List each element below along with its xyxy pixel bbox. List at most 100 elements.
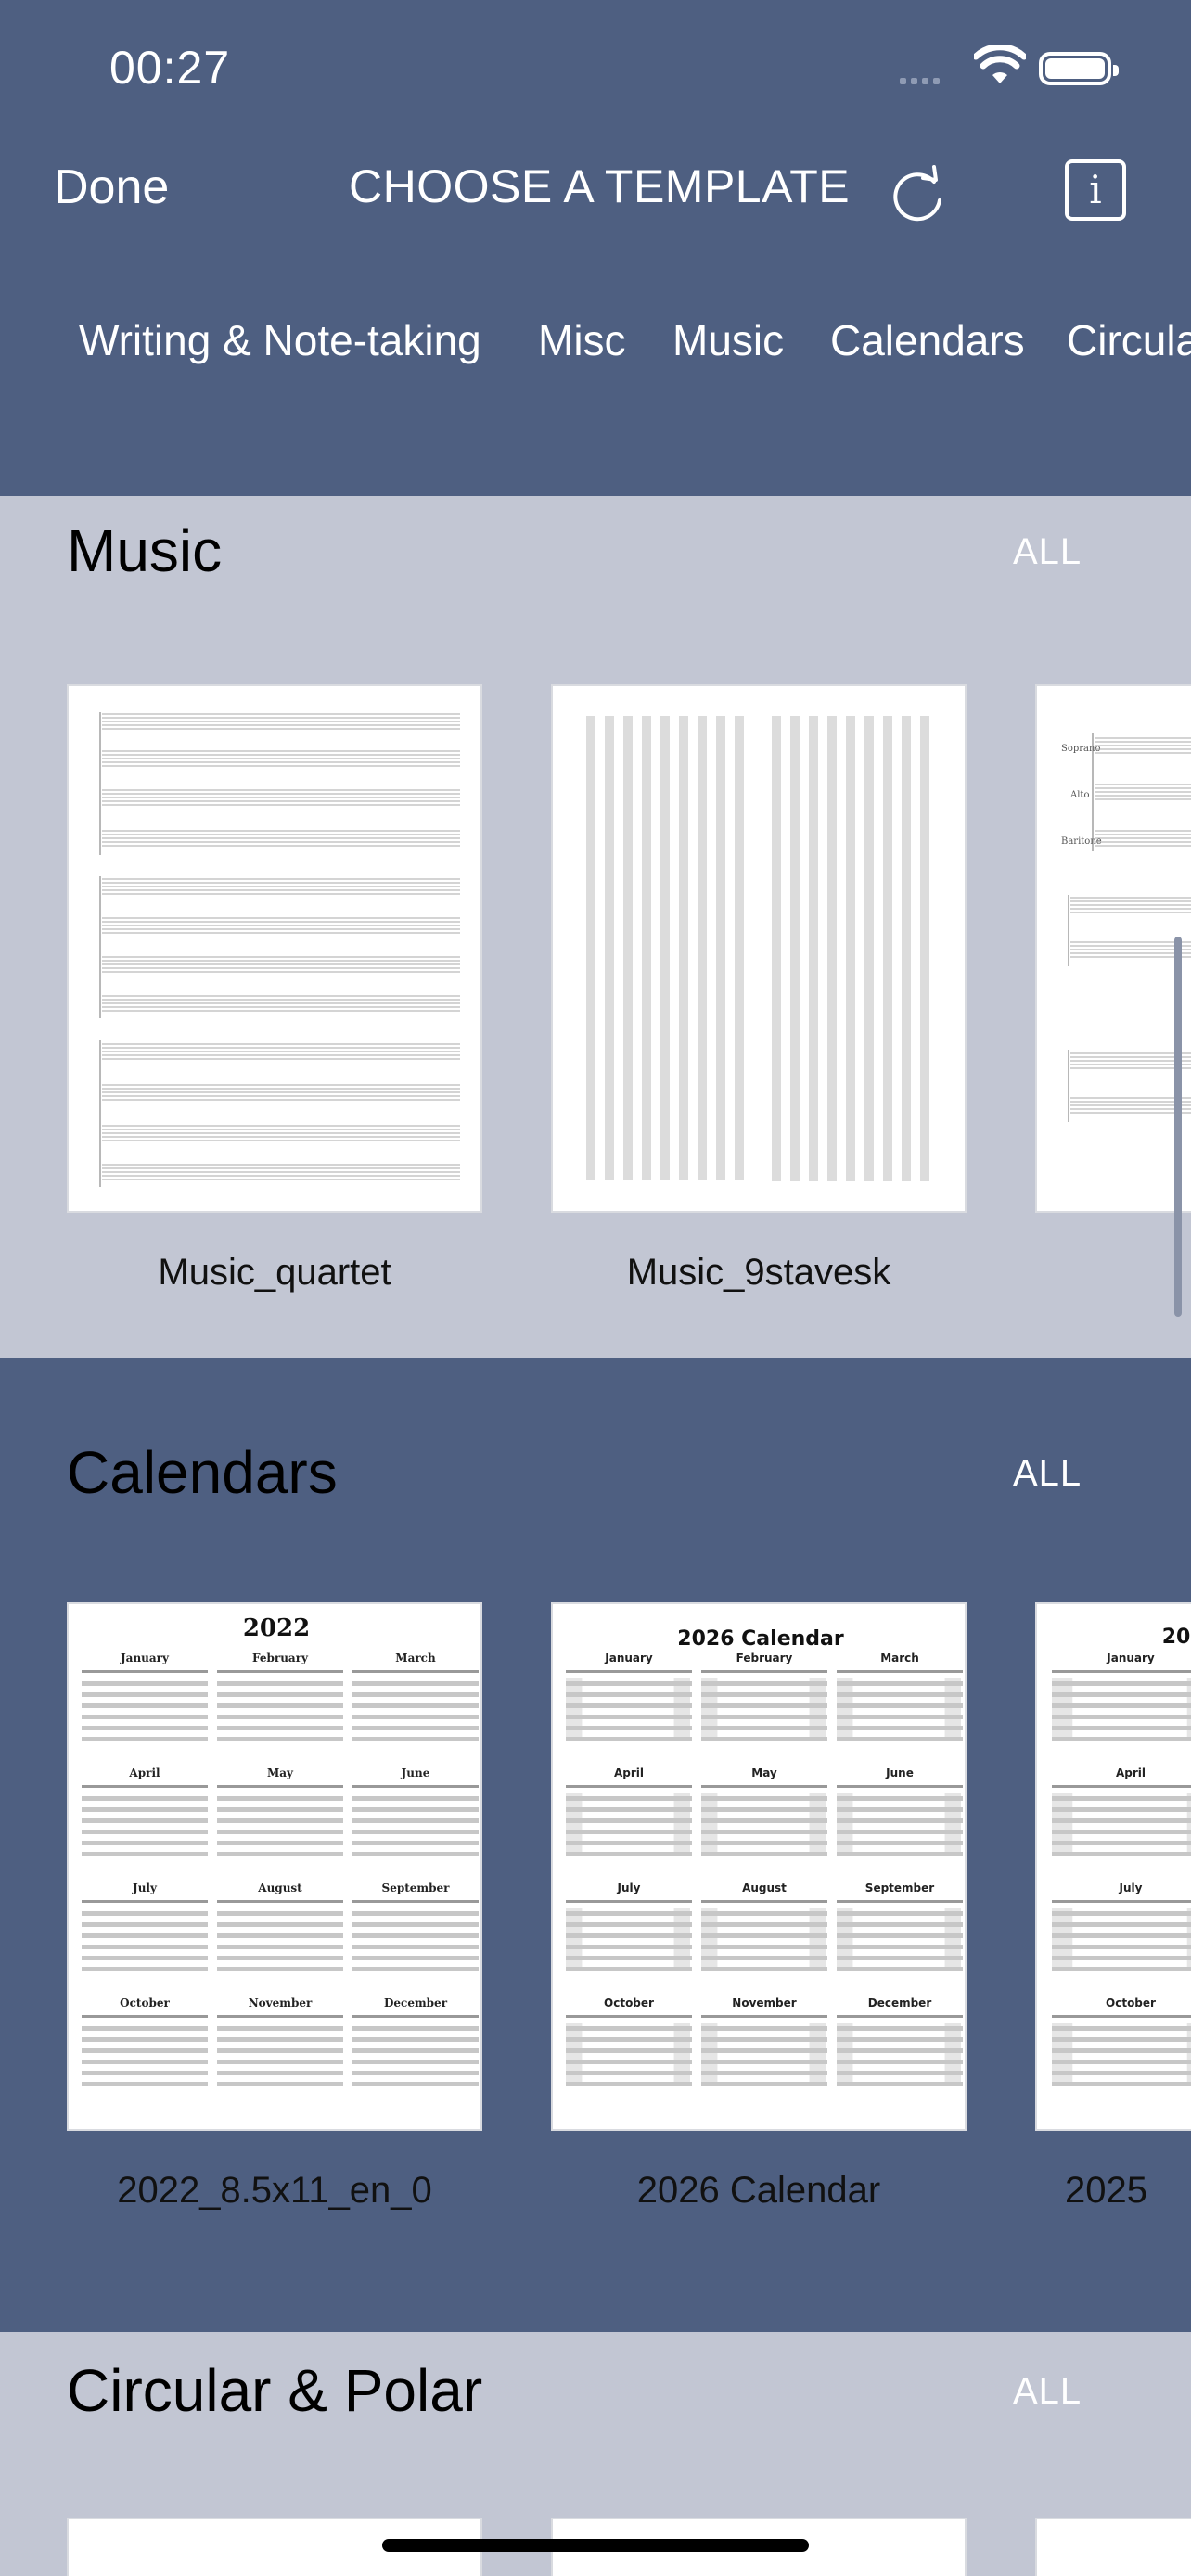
calendar-day-row — [352, 1911, 479, 1916]
calendar-day-row — [566, 1737, 692, 1741]
calendar-day-row — [1052, 1911, 1191, 1916]
calendar-weekend-band — [837, 2023, 853, 2085]
calendar-day-row — [566, 1830, 692, 1834]
calendar-day-row — [1052, 2060, 1191, 2064]
calendars-all-button[interactable]: ALL — [1013, 1453, 1082, 1495]
calendar-day-row — [701, 1922, 827, 1927]
calendar-month-label: April — [128, 1766, 160, 1779]
calendar-weekend-band — [944, 2023, 961, 2085]
template-caption: 2022_8.5x11_en_0 — [117, 2170, 432, 2211]
scroll-indicator — [1174, 937, 1182, 1317]
calendar-day-row — [837, 1967, 963, 1971]
template-card-music-9stavesk[interactable] — [551, 684, 967, 1213]
calendar-day-row — [352, 1692, 479, 1697]
calendar-day-row — [352, 1715, 479, 1719]
calendar-day-row — [837, 1737, 963, 1741]
calendar-day-row — [1052, 1726, 1191, 1730]
calendar-day-row — [352, 1852, 479, 1856]
wifi-icon — [974, 45, 1026, 83]
calendar-day-row — [1052, 1933, 1191, 1938]
calendar-day-row — [701, 1670, 827, 1673]
calendar-day-row — [217, 1785, 343, 1788]
calendar-weekend-band — [1052, 1908, 1073, 1970]
calendar-month-label: June — [885, 1766, 914, 1779]
calendar-month-label: October — [120, 1996, 170, 2009]
calendar-day-row — [352, 2082, 479, 2086]
calendar-day-row — [566, 1852, 692, 1856]
template-card-music-choir[interactable]: Soprano Alto Baritone — [1035, 684, 1191, 1213]
calendar-day-row — [352, 1796, 479, 1801]
calendar-day-row — [566, 2015, 692, 2018]
section-title: Calendars — [67, 1439, 338, 1506]
calendar-day-row — [837, 1841, 963, 1845]
calendar-day-row — [701, 1956, 827, 1960]
template-card-music-quartet[interactable] — [67, 684, 482, 1213]
calendar-weekend-band — [566, 1793, 583, 1855]
home-indicator — [382, 2539, 809, 2552]
template-card-calendar-2026[interactable]: 2026 Calendar January February March April M… — [551, 1602, 967, 2131]
calendar-weekend-band — [1052, 1678, 1073, 1740]
template-card-calendar-2025[interactable]: 20 January April July October — [1035, 1602, 1191, 2131]
calendar-day-row — [352, 1841, 479, 1845]
calendar-day-row — [566, 1933, 692, 1938]
calendar-day-row — [837, 1703, 963, 1708]
calendar-month-label: August — [257, 1881, 302, 1894]
calendar-day-row — [352, 2071, 479, 2075]
calendar-weekend-band — [809, 1793, 826, 1855]
template-card[interactable] — [1035, 2518, 1191, 2576]
calendar-day-row — [1052, 1922, 1191, 1927]
calendar-weekend-band — [673, 1793, 690, 1855]
calendar-month-label: May — [267, 1766, 294, 1779]
circular-all-button[interactable]: ALL — [1013, 2371, 1082, 2413]
calendar-day-row — [1052, 2082, 1191, 2086]
calendar-day-row — [701, 1900, 827, 1903]
calendar-day-row — [352, 2048, 479, 2053]
calendar-day-row — [217, 1703, 343, 1708]
calendar-day-row — [701, 1830, 827, 1834]
calendar-heading: 2022 — [243, 1614, 310, 1642]
calendar-2025-thumbnail: 20 January April July October — [1052, 1626, 1191, 2086]
calendar-day-row — [217, 2082, 343, 2086]
calendar-month-label: January — [1106, 1651, 1155, 1664]
tab-writing[interactable]: Writing & Note-taking — [79, 315, 481, 365]
calendar-day-row — [82, 1692, 208, 1697]
calendar-day-row — [701, 1785, 827, 1788]
calendar-day-row — [82, 2082, 208, 2086]
refresh-icon[interactable] — [886, 159, 953, 226]
calendar-day-row — [82, 1967, 208, 1971]
tab-misc[interactable]: Misc — [538, 315, 626, 365]
calendar-day-row — [352, 1681, 479, 1686]
calendar-day-row — [1052, 1715, 1191, 1719]
page-title: CHOOSE A TEMPLATE — [349, 160, 851, 212]
calendar-weekend-band — [1186, 1908, 1191, 1970]
music-all-button[interactable]: ALL — [1013, 531, 1082, 573]
tab-calendars[interactable]: Calendars — [830, 315, 1025, 365]
calendar-day-row — [352, 1945, 479, 1949]
template-card-calendar-2022[interactable]: 2022 January February March April May June Jul… — [67, 1602, 482, 2131]
calendar-day-row — [566, 1911, 692, 1916]
music-section: Music ALL Music_quartet Music_9stavesk S… — [0, 496, 1191, 1358]
calendar-month-label: April — [1116, 1766, 1146, 1779]
calendar-month-label: January — [120, 1651, 170, 1664]
tab-music[interactable]: Music — [672, 315, 784, 365]
calendar-day-row — [837, 1945, 963, 1949]
calendar-weekend-band — [701, 2023, 718, 2085]
calendar-day-row — [837, 1681, 963, 1686]
calendar-day-row — [701, 2026, 827, 2031]
calendar-day-row — [352, 1818, 479, 1823]
calendar-weekend-band — [809, 1908, 826, 1970]
done-button[interactable]: Done — [54, 159, 169, 215]
calendar-month-label: July — [132, 1881, 158, 1894]
calendar-day-row — [82, 2026, 208, 2031]
calendar-day-row — [566, 1807, 692, 1812]
calendar-day-row — [701, 1852, 827, 1856]
calendar-weekend-band — [673, 2023, 690, 2085]
tab-circular[interactable]: Circula — [1067, 315, 1191, 365]
calendar-weekend-band — [809, 1678, 826, 1740]
calendar-day-row — [566, 2060, 692, 2064]
calendar-weekend-band — [701, 1793, 718, 1855]
calendar-day-row — [566, 1670, 692, 1673]
info-icon[interactable]: i — [1065, 159, 1126, 221]
header: 00:27 Done CHOOSE A TEMPLATE i Writing &… — [0, 0, 1191, 496]
calendar-weekend-band — [837, 1793, 853, 1855]
